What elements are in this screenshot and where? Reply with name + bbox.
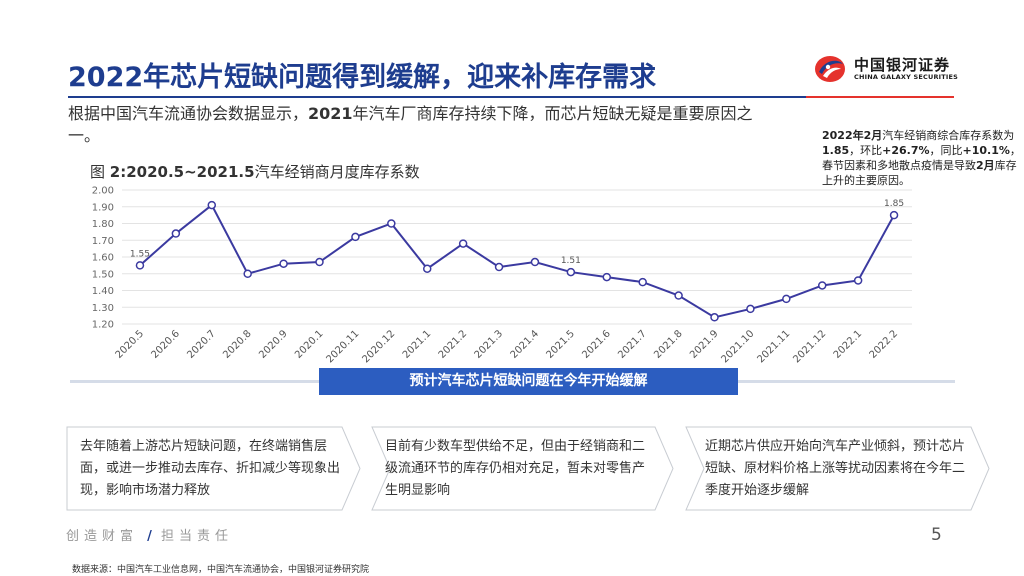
- data-point: [387, 219, 396, 228]
- footer-slogan: 创造财富 / 担当责任: [66, 529, 234, 544]
- x-tick-label: 2021.12: [791, 328, 828, 365]
- y-tick-label: 1.90: [92, 202, 114, 213]
- x-tick-label: 2021.2: [437, 328, 470, 361]
- x-tick-label: 2021.4: [509, 328, 542, 361]
- x-tick-label: 2020.9: [257, 328, 290, 361]
- data-point: [817, 281, 827, 290]
- card-text: 近期芯片供应开始向汽车产业倾斜，预计芯片短缺、原材料价格上涨等扰动因素将在今年二…: [705, 439, 966, 498]
- figure-range: 2:2020.5~2021.5: [109, 163, 255, 181]
- galaxy-logo-icon: [815, 56, 845, 82]
- insight-card-2: 目前有少数车型供给不足，但由于经销商和二级流通环节的库存仍相对充足，暂未对零售产…: [371, 426, 675, 511]
- x-tick-label: 2021.6: [580, 328, 613, 361]
- y-tick-label: 1.20: [92, 320, 114, 331]
- title-divider: [68, 96, 806, 98]
- data-point: [710, 313, 719, 322]
- y-tick-label: 1.50: [92, 269, 114, 280]
- insight-card-3: 近期芯片供应开始向汽车产业倾斜，预计芯片短缺、原材料价格上涨等扰动因素将在今年二…: [685, 426, 991, 511]
- data-source: 数据来源：中国汽车工业信息网，中国汽车流通协会，中国银河证券研究院: [72, 565, 370, 575]
- x-tick-label: 2021.9: [688, 328, 721, 361]
- y-tick-label: 1.30: [92, 303, 114, 314]
- data-point: [315, 257, 324, 267]
- data-point: [351, 232, 360, 242]
- insight-card-1: 去年随着上游芯片短缺问题，在终端销售层面，或进一步推动去库存、折扣减少等现象出现…: [66, 426, 362, 511]
- x-tick-label: 2021.8: [652, 328, 685, 361]
- y-tick-label: 1.60: [92, 253, 114, 264]
- x-tick-label: 2021.3: [473, 328, 506, 361]
- data-label: 1.85: [884, 199, 904, 209]
- y-tick-label: 1.40: [92, 286, 114, 297]
- x-tick-label: 2020.12: [360, 328, 397, 365]
- x-tick-label: 2020.7: [185, 328, 218, 361]
- logo-divider: [806, 96, 954, 98]
- page-number: 5: [931, 525, 942, 545]
- data-point: [853, 276, 863, 285]
- intro-year: 2021: [308, 104, 353, 123]
- x-tick-label: 2020.1: [293, 328, 326, 361]
- x-tick-label: 2021.5: [544, 328, 577, 361]
- data-point: [782, 294, 791, 304]
- company-logo: 中国银河证券 CHINA GALAXY SECURITIES: [814, 52, 964, 86]
- logo-name-en: CHINA GALAXY SECURITIES: [854, 73, 959, 81]
- data-point: [494, 262, 504, 272]
- data-point: [746, 304, 755, 314]
- data-point: [207, 200, 217, 210]
- data-label: 1.55: [130, 249, 150, 259]
- figure-caption: 图 2:2020.5~2021.5汽车经销商月度库存系数: [90, 163, 420, 181]
- card-text: 去年随着上游芯片短缺问题，在终端销售层面，或进一步推动去库存、折扣减少等现象出现…: [80, 439, 341, 498]
- inventory-line-chart: 1.20 1.30 1.40 1.50 1.60 1.70 1.80 1.90 2.00 2020…: [92, 186, 912, 365]
- y-tick-label: 1.80: [92, 219, 114, 230]
- data-point: [135, 261, 145, 270]
- data-point: [171, 229, 181, 238]
- data-point: [243, 269, 252, 278]
- data-point: [889, 210, 899, 220]
- x-tick-label: 2020.5: [114, 328, 147, 361]
- x-tick-label: 2021.10: [720, 328, 757, 365]
- x-tick-label: 2020.8: [221, 328, 254, 361]
- data-point: [279, 259, 288, 268]
- card-text: 目前有少数车型供给不足，但由于经销商和二级流通环节的库存仍相对充足，暂未对零售产…: [385, 439, 646, 498]
- y-tick-label: 1.70: [92, 236, 114, 247]
- data-point: [638, 277, 647, 287]
- logo-name-cn: 中国银河证券: [854, 56, 951, 74]
- data-label: 1.51: [561, 256, 581, 266]
- x-tick-label: 2021.7: [616, 328, 649, 361]
- data-point: [566, 267, 576, 277]
- inventory-note: 2022年2月汽车经销商综合库存系数为1.85，环比+26.7%，同比+10.1…: [822, 129, 1021, 187]
- x-tick-label: 2022.1: [832, 328, 865, 361]
- y-tick-label: 2.00: [92, 186, 114, 197]
- series-line: [139, 203, 895, 319]
- intro-paragraph: 根据中国汽车流通协会数据显示，2021年汽车厂商库存持续下降，而芯片短缺无疑是重…: [68, 104, 753, 145]
- data-point: [422, 264, 432, 273]
- x-tick-label: 2022.2: [868, 328, 901, 361]
- data-point: [602, 272, 612, 282]
- x-tick-label: 2020.11: [325, 328, 362, 365]
- x-tick-label: 2021.1: [401, 328, 434, 361]
- page-title: 2022年芯片短缺问题得到缓解，迎来补库存需求: [68, 62, 657, 93]
- data-point: [458, 239, 468, 248]
- forecast-banner: 预计汽车芯片短缺问题在今年开始缓解: [319, 368, 738, 395]
- data-point: [530, 257, 540, 267]
- x-tick-label: 2021.11: [755, 328, 792, 365]
- data-point: [674, 291, 683, 300]
- x-tick-label: 2020.6: [149, 328, 182, 361]
